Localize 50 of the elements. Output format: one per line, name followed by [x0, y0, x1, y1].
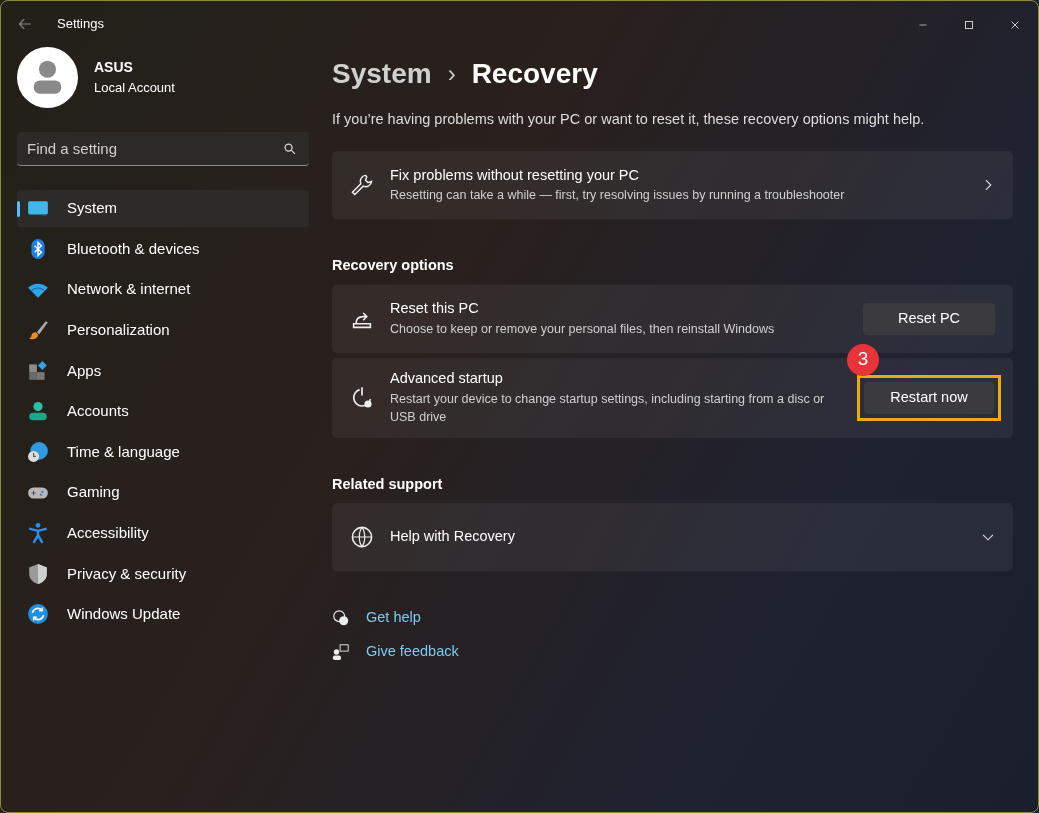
paintbrush-icon — [27, 319, 49, 342]
search-field[interactable]: Find a setting — [17, 132, 309, 166]
sidebar-item[interactable]: System — [17, 190, 309, 227]
breadcrumb-parent[interactable]: System — [332, 53, 432, 95]
feedback-person-icon — [332, 642, 350, 661]
apps-icon — [27, 359, 49, 382]
sync-icon — [27, 603, 49, 626]
setting-title: Reset this PC — [390, 299, 480, 319]
power-gear-icon — [350, 385, 374, 410]
section-heading: Related support — [332, 474, 444, 494]
setting-title: Advanced startup — [390, 368, 504, 388]
sidebar-item[interactable]: Network & internet — [17, 271, 309, 309]
setting-title: Help with Recovery — [390, 527, 516, 547]
setting-button[interactable]: Reset PC — [863, 302, 995, 335]
setting-description: Resetting can take a while — first, try resolving issues by running a troubleshooter — [390, 187, 846, 205]
globe-search-icon — [350, 525, 374, 550]
sidebar-item[interactable]: Personalization — [17, 311, 309, 349]
step-number-badge: 3 — [847, 343, 879, 376]
accessibility-icon — [27, 522, 49, 545]
search-icon — [283, 142, 297, 156]
breadcrumb-separator: › — [447, 59, 456, 89]
sidebar-item[interactable]: Windows Update — [17, 595, 309, 633]
person-icon — [27, 400, 49, 423]
sidebar-item[interactable]: Bluetooth & devices — [17, 230, 309, 268]
setting-card[interactable]: Fix problems without resetting your PC Resetting can take a while — first, try resolving issues by running a troubleshooter — [332, 150, 1013, 219]
sidebar-item[interactable]: Gaming — [17, 474, 309, 512]
sidebar-item[interactable]: Time & language — [17, 433, 309, 471]
section-heading: Recovery options — [332, 255, 455, 275]
page-title: Recovery — [471, 57, 598, 91]
account-name: ASUS — [94, 58, 134, 78]
avatar-icon — [17, 47, 78, 108]
setting-title: Fix problems without resetting your PC — [390, 165, 640, 185]
setting-card[interactable]: Reset this PC Choose to keep or remove your personal files, then reinstall Windows Reset PC — [332, 284, 1013, 353]
setting-card[interactable]: Help with Recovery — [332, 503, 1013, 572]
setting-description: Restart your device to change startup settings, including starting from a disc or USB drive — [390, 390, 826, 427]
sidebar-item[interactable]: Apps — [17, 352, 309, 390]
wrench-icon — [350, 172, 374, 197]
link[interactable]: Give feedback — [366, 641, 459, 663]
sidebar-item[interactable]: Accessibility — [17, 514, 309, 552]
intro-text: If you’re having problems with your PC or want to reset it, these recovery options might help. — [332, 110, 926, 129]
globe-clock-icon — [27, 441, 49, 464]
setting-button[interactable]: Restart now — [864, 381, 994, 414]
setting-description: Choose to keep or remove your personal files, then reinstall Windows — [390, 321, 776, 338]
sidebar-item[interactable]: Accounts — [17, 392, 309, 430]
shield-icon — [27, 562, 49, 585]
window-title: Settings — [57, 15, 104, 34]
link[interactable]: Get help — [366, 607, 421, 629]
sidebar-item[interactable]: Privacy & security — [17, 555, 309, 593]
account-type: Local Account — [94, 79, 175, 98]
back-arrow-icon — [17, 16, 33, 32]
